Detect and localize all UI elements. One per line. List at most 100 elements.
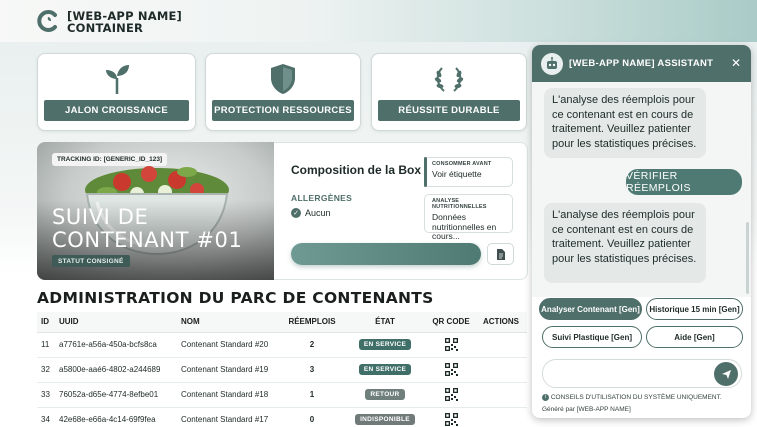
- table-row[interactable]: 34 42e68e-e66a-4c14-69f9fea Contenant Stan…: [37, 407, 527, 427]
- col-id-header[interactable]: ID: [37, 312, 59, 333]
- row-reuses: 1: [281, 382, 343, 408]
- table-header-row: ID UUID NOM RÉEMPLOIS ÉTAT QR CODE ACTIO…: [37, 312, 527, 333]
- row-id: 34: [37, 407, 59, 427]
- chip-help[interactable]: Aide [Gen]: [646, 326, 743, 348]
- robot-icon: [547, 57, 557, 69]
- row-state-cell: EN SERVICE: [343, 332, 427, 358]
- growth-milestone-button[interactable]: JALON CROISSANCE: [44, 100, 189, 121]
- row-id: 11: [37, 332, 59, 358]
- check-circle-icon: ✓: [291, 208, 301, 218]
- row-uuid: a7761e-a56a-450a-bcfs8ca: [59, 332, 181, 358]
- col-state-header[interactable]: ÉTAT: [343, 312, 427, 333]
- allergens-value: ✓ Aucun: [291, 208, 331, 218]
- row-uuid: 76052a-d65e-4774-8efbe01: [59, 382, 181, 408]
- consume-before-label: CONSOMMER AVANT: [432, 161, 492, 167]
- chip-analyze-container[interactable]: Analyser Contenant [Gen]: [539, 298, 642, 320]
- row-state-cell: INDISPONIBLE: [343, 407, 427, 427]
- chip-plastic-tracking[interactable]: Suivi Plastique [Gen]: [542, 326, 642, 348]
- nutrition-label: ANALYSE NUTRITIONNELLES: [432, 198, 487, 210]
- table-row[interactable]: 32 a5800e-aaé6-4802-a244689 Contenant Stan…: [37, 357, 527, 383]
- row-qr-cell: [427, 332, 475, 358]
- consume-before-value: Voir étiquette: [432, 169, 482, 179]
- row-name: Contenant Standard #19: [181, 357, 281, 383]
- col-name-header[interactable]: NOM: [181, 312, 281, 333]
- table-row[interactable]: 11 a7761e-a56a-450a-bcfs8ca Contenant Stan…: [37, 332, 527, 358]
- nutrition-value: Données nutritionnelles en cours...: [432, 212, 497, 241]
- send-button[interactable]: [714, 362, 738, 386]
- assistant-header: [WEB-APP NAME] ASSISTANT ✕: [532, 45, 751, 82]
- badge-card-success: RÉUSSITE DURABLE: [371, 53, 527, 131]
- col-reuses-header[interactable]: RÉEMPLOIS: [281, 312, 343, 333]
- table-row[interactable]: 33 76052a-d65e-4774-8efbe01 Contenant Stan…: [37, 382, 527, 408]
- close-icon[interactable]: ✕: [731, 56, 741, 70]
- chip-history-15min[interactable]: Historique 15 min [Gen]: [646, 298, 743, 320]
- disclaimer-line1: CONSEILS D'UTILISATION DU SYSTÈME UNIQUE…: [550, 394, 722, 401]
- row-id: 32: [37, 357, 59, 383]
- row-qr-cell: [427, 357, 475, 383]
- row-reuses: 2: [281, 332, 343, 358]
- row-state-cell: EN SERVICE: [343, 357, 427, 383]
- document-icon: [496, 248, 505, 260]
- row-uuid: 42e68e-e66a-4c14-69f9fea: [59, 407, 181, 427]
- row-reuses: 0: [281, 407, 343, 427]
- chat-messages[interactable]: L'analyse des réemplois pour ce contenan…: [532, 82, 751, 297]
- row-qr-cell: [427, 382, 475, 408]
- container-title: SUIVI DE CONTENANT #01: [52, 205, 243, 252]
- bot-message: L'analyse des réemplois pour ce contenan…: [544, 88, 706, 158]
- row-id: 33: [37, 382, 59, 408]
- sprout-icon: [105, 65, 129, 94]
- row-qr-cell: [427, 407, 475, 427]
- info-icon: i: [542, 393, 549, 401]
- col-qr-header: QR CODE: [427, 312, 475, 333]
- box-composition-title: Composition de la Box: [291, 163, 422, 177]
- col-uuid-header[interactable]: UUID: [59, 312, 181, 333]
- row-name: Contenant Standard #18: [181, 382, 281, 408]
- row-actions-cell[interactable]: [475, 332, 527, 358]
- status-badge: EN SERVICE: [358, 364, 412, 375]
- fleet-admin-title: ADMINISTRATION DU PARC DE CONTENANTS: [37, 289, 434, 307]
- container-table: ID UUID NOM RÉEMPLOIS ÉTAT QR CODE ACTIO…: [37, 312, 527, 427]
- nutrition-box: ANALYSE NUTRITIONNELLES Données nutritio…: [424, 194, 513, 241]
- row-actions-cell[interactable]: [475, 407, 527, 427]
- col-actions-header: ACTIONS: [475, 312, 527, 333]
- row-actions-cell[interactable]: [475, 382, 527, 408]
- disclaimer-line2: Généré par [WEB-APP NAME]: [542, 405, 631, 413]
- qr-code-icon[interactable]: [444, 338, 458, 351]
- row-name: Contenant Standard #20: [181, 332, 281, 358]
- app-name: [WEB-APP NAME] CONTAINER: [67, 10, 182, 34]
- chat-input[interactable]: [542, 359, 742, 388]
- row-uuid: a5800e-aaé6-4802-a244689: [59, 357, 181, 383]
- disclaimer: i CONSEILS D'UTILISATION DU SYSTÈME UNIQ…: [542, 392, 747, 415]
- status-badge: RETOUR: [365, 389, 405, 400]
- row-reuses: 3: [281, 357, 343, 383]
- qr-code-icon[interactable]: [444, 363, 458, 376]
- app-name-line2: CONTAINER: [67, 21, 144, 35]
- shield-icon: [271, 64, 295, 94]
- document-button[interactable]: [487, 243, 514, 265]
- send-icon: [721, 369, 731, 379]
- row-state-cell: RETOUR: [343, 382, 427, 408]
- top-header: [WEB-APP NAME] CONTAINER: [0, 0, 757, 42]
- tracking-id-badge: TRACKING ID: [GENERIC_ID_123]: [52, 153, 168, 166]
- allergens-text: Aucun: [305, 208, 331, 218]
- resource-protection-button[interactable]: PROTECTION RESSOURCES: [212, 100, 354, 121]
- analysis-progress-bar[interactable]: [291, 243, 481, 265]
- app-logo-icon: [37, 10, 57, 32]
- assistant-title: [WEB-APP NAME] ASSISTANT: [569, 58, 714, 69]
- chat-scrollbar[interactable]: [746, 222, 749, 294]
- user-message: VÉRIFIER RÉEMPLOIS: [626, 169, 742, 195]
- sustainable-success-button[interactable]: RÉUSSITE DURABLE: [378, 100, 520, 121]
- row-name: Contenant Standard #17: [181, 407, 281, 427]
- qr-code-icon[interactable]: [444, 413, 458, 426]
- bot-message: L'analyse des réemplois pour ce contenan…: [544, 203, 706, 283]
- status-badge: STATUT CONSIGNÉ: [52, 255, 130, 267]
- status-badge: INDISPONIBLE: [355, 414, 415, 425]
- status-badge: EN SERVICE: [358, 339, 412, 350]
- row-actions-cell[interactable]: [475, 357, 527, 383]
- consume-accent-bar: [424, 157, 427, 187]
- laurel-wreath-icon: [434, 67, 464, 92]
- qr-code-icon[interactable]: [444, 388, 458, 401]
- allergens-label: ALLERGÈNES: [291, 193, 353, 203]
- consume-before-box: CONSOMMER AVANT Voir étiquette: [424, 157, 513, 187]
- assistant-panel: [WEB-APP NAME] ASSISTANT ✕ L'analyse des…: [532, 45, 751, 418]
